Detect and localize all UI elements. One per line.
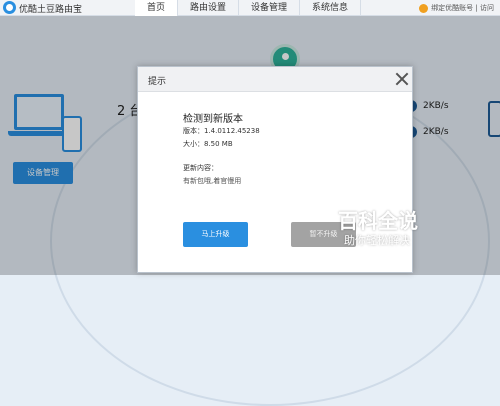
watermark: 百科全说 助你轻松解决 [338,205,498,255]
main-nav: 首页 路由设置 设备管理 系统信息 [135,0,362,16]
watermark-title: 百科全说 [338,209,418,233]
app-title: 优酷土豆路由宝 [19,5,83,15]
size-text: 大小：8.50 MB [183,140,233,148]
user-area: 绑定优酷账号 | 访问 [419,3,494,13]
bind-account-link[interactable]: 绑定优酷账号 | 访问 [431,3,494,13]
dialog-header: 提示 [138,67,412,92]
update-content-text: 有新包哦,着官慢用 [183,177,242,185]
version-text: 版本：1.4.0112.45238 [183,127,260,135]
coin-icon [419,3,429,13]
watermark-subtitle: 助你轻松解决 [344,234,410,247]
tab-home[interactable]: 首页 [135,0,179,16]
upgrade-now-button[interactable]: 马上升级 [183,222,248,247]
tab-system-info[interactable]: 系统信息 [300,0,362,16]
new-version-heading: 检测到新版本 [183,114,243,125]
logo-icon [3,1,16,14]
update-content-label: 更新内容： [183,164,218,172]
tab-device-management[interactable]: 设备管理 [239,0,301,16]
tab-router-settings[interactable]: 路由设置 [178,0,240,16]
close-icon[interactable] [395,72,409,86]
top-bar: 优酷土豆路由宝 首页 路由设置 设备管理 系统信息 绑定优酷账号 | 访问 [0,0,500,16]
dialog-title: 提示 [148,77,167,87]
